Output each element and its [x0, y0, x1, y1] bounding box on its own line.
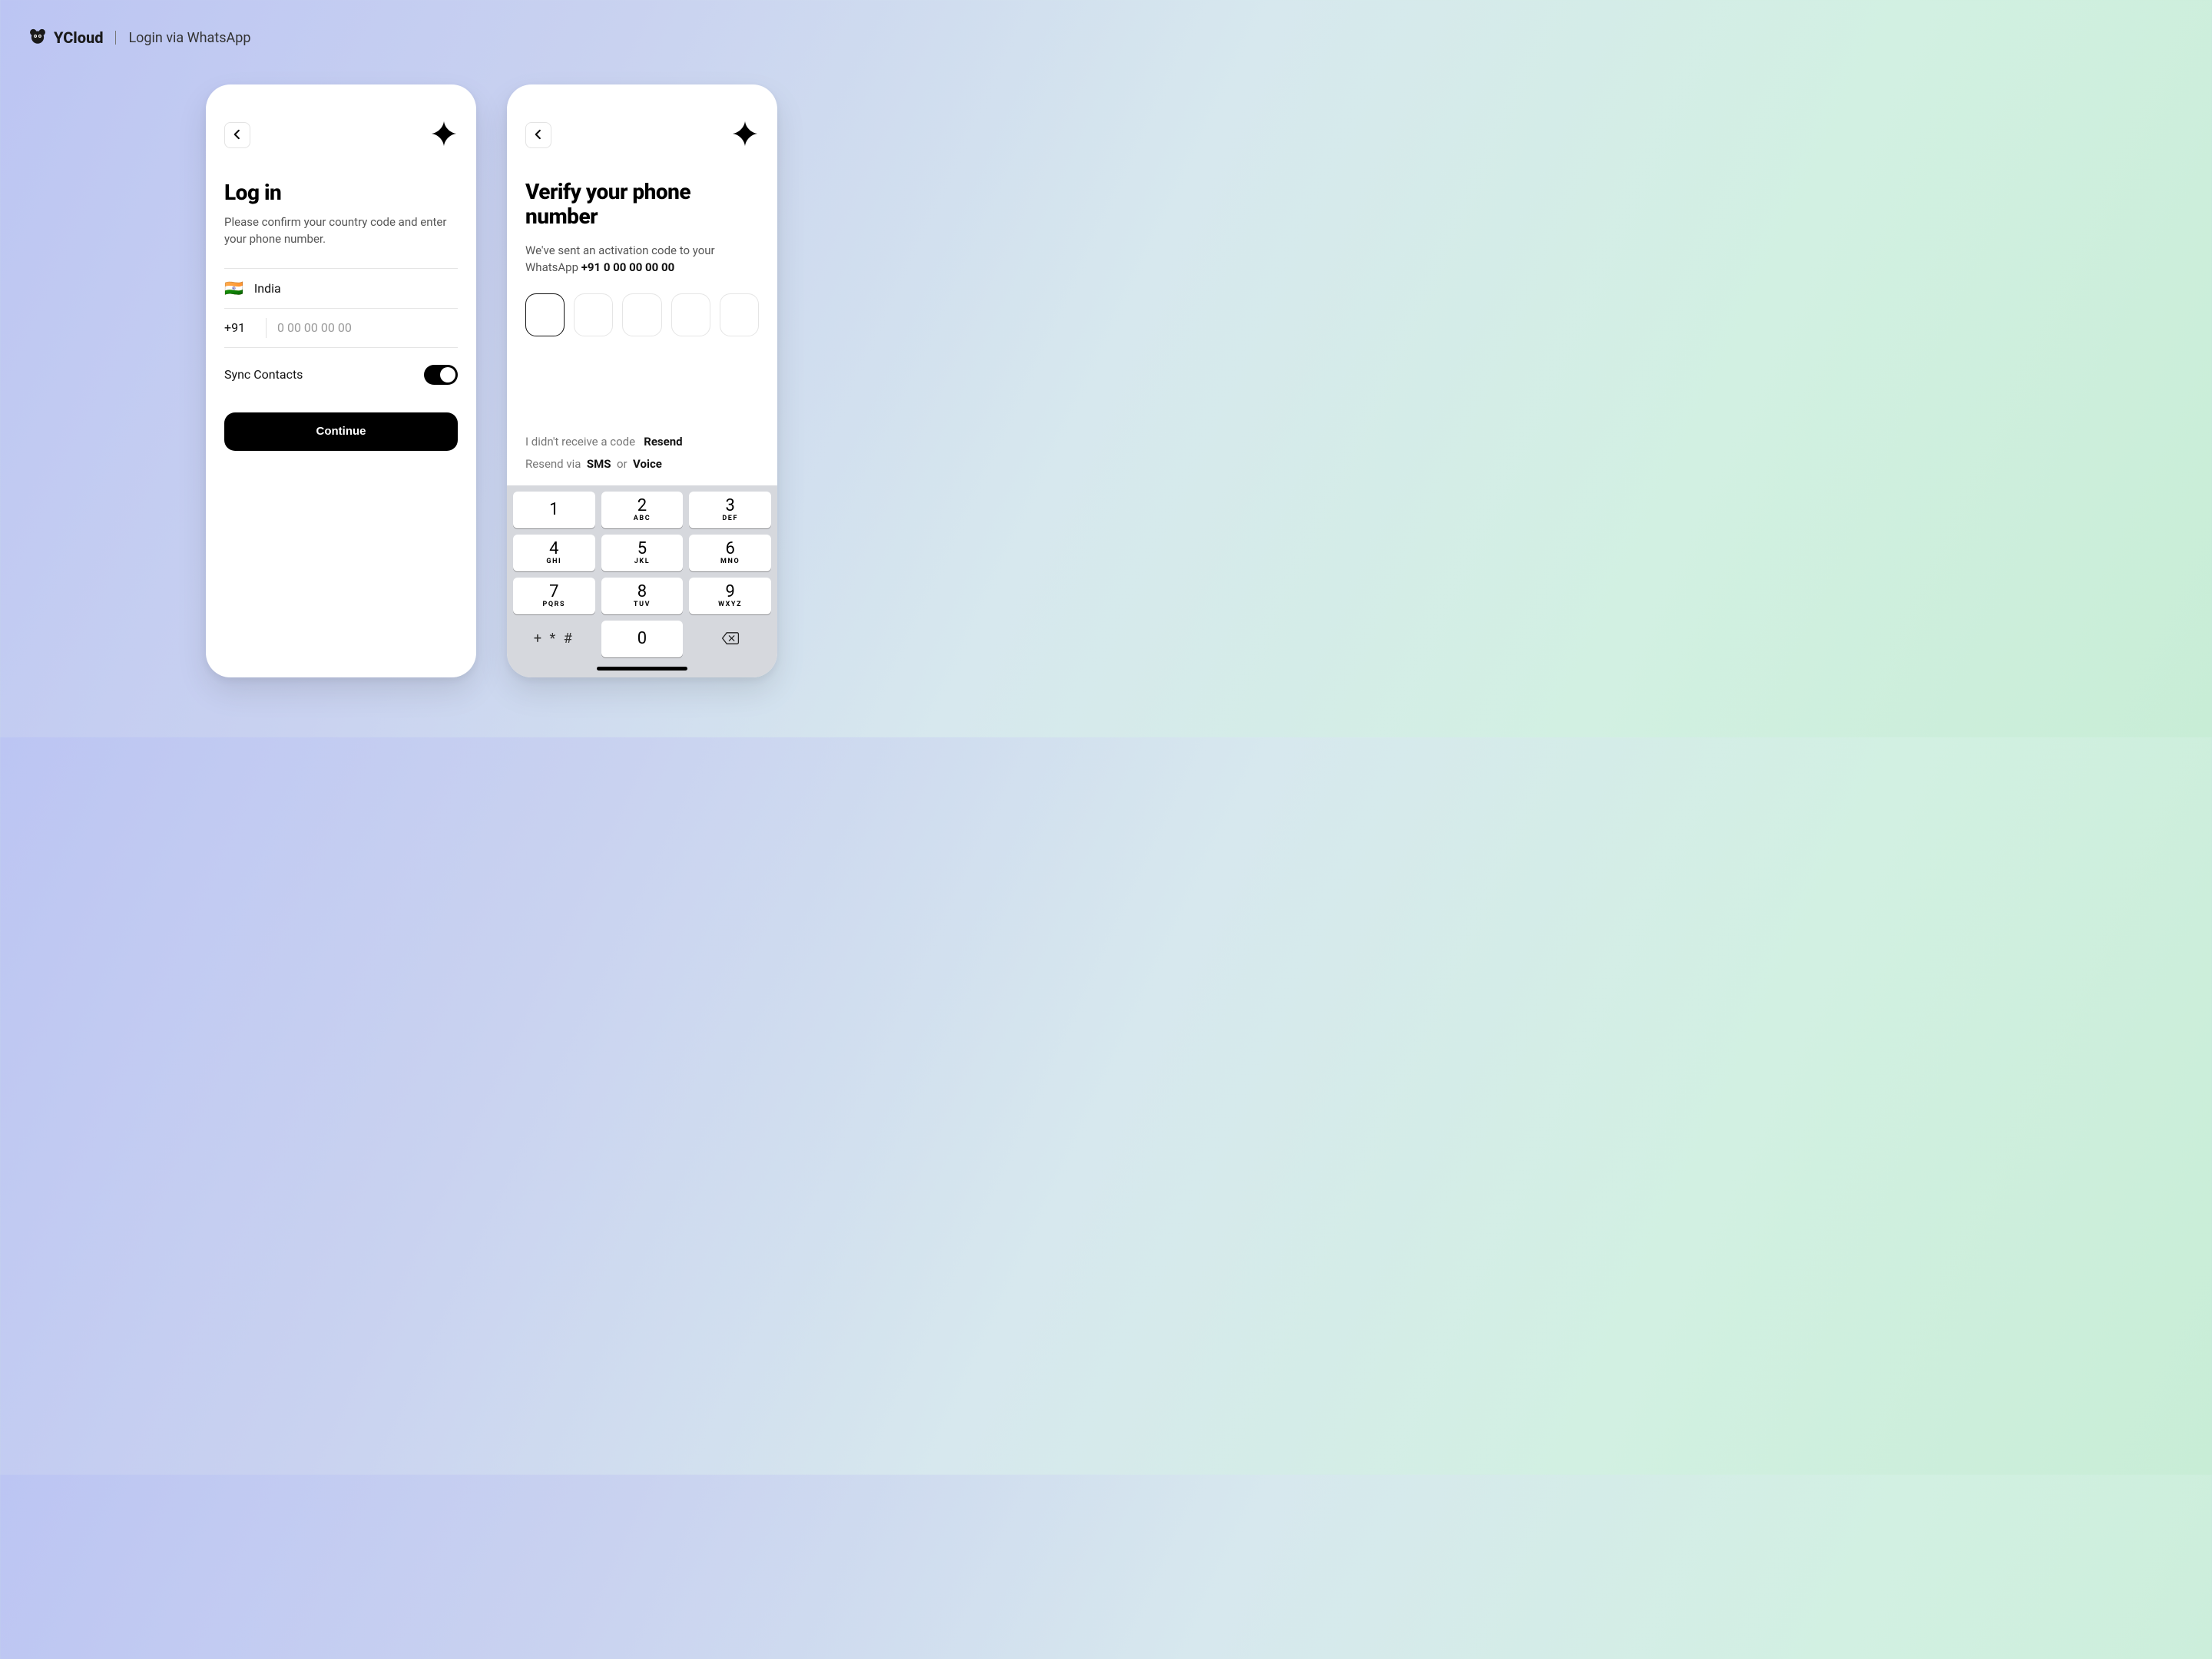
nav-row: [224, 121, 458, 149]
topbar: YCloud Login via WhatsApp: [28, 26, 250, 49]
phone-placeholder: 0 00 00 00 00: [277, 320, 352, 335]
sync-toggle[interactable]: [424, 365, 458, 385]
key-2[interactable]: 2ABC: [601, 492, 684, 528]
resend-voice-link[interactable]: Voice: [633, 457, 662, 471]
login-lead: Please confirm your country code and ent…: [224, 214, 458, 248]
chevron-left-icon: [232, 128, 243, 143]
resend-via-text: Resend via: [525, 457, 581, 471]
flag-icon: 🇮🇳: [224, 279, 243, 297]
page-subtitle: Login via WhatsApp: [128, 30, 250, 46]
numeric-keypad: 1 2ABC 3DEF 4GHI 5JKL 6MNO 7PQRS 8TUV 9W…: [507, 485, 777, 677]
verify-lead: We've sent an activation code to your Wh…: [525, 243, 759, 276]
resend-sms-link[interactable]: SMS: [587, 457, 611, 471]
continue-button[interactable]: Continue: [224, 412, 458, 451]
key-0[interactable]: 0: [601, 621, 684, 657]
sync-label: Sync Contacts: [224, 367, 303, 382]
phone-login: Log in Please confirm your country code …: [206, 84, 476, 677]
otp-cell-1[interactable]: [525, 293, 565, 336]
back-button[interactable]: [224, 122, 250, 148]
key-backspace[interactable]: [689, 621, 771, 657]
dial-code: +91: [224, 320, 255, 335]
nav-row: [525, 121, 759, 149]
resend-link[interactable]: Resend: [644, 435, 682, 449]
sparkle-icon: [430, 120, 458, 151]
verify-title: Verify your phone number: [525, 180, 759, 229]
divider: [266, 318, 267, 338]
key-8[interactable]: 8TUV: [601, 578, 684, 614]
sparkle-icon: [731, 120, 759, 151]
brand-logo: YCloud: [28, 26, 103, 49]
otp-cell-3[interactable]: [622, 293, 661, 336]
verify-lead-number: +91 0 00 00 00 00: [581, 260, 674, 274]
key-4[interactable]: 4GHI: [513, 535, 595, 571]
otp-cell-4[interactable]: [671, 293, 710, 336]
key-symbols[interactable]: + * #: [513, 621, 595, 657]
brand-name: YCloud: [54, 28, 103, 47]
phone-verify: Verify your phone number We've sent an a…: [507, 84, 777, 677]
chevron-left-icon: [533, 128, 544, 143]
or-text: or: [617, 457, 628, 471]
country-selector[interactable]: 🇮🇳 India: [224, 268, 458, 308]
otp-input[interactable]: [525, 293, 759, 336]
key-7[interactable]: 7PQRS: [513, 578, 595, 614]
key-6[interactable]: 6MNO: [689, 535, 771, 571]
separator: [115, 31, 116, 45]
login-title: Log in: [224, 180, 458, 205]
phone-input-row[interactable]: +91 0 00 00 00 00: [224, 308, 458, 348]
key-3[interactable]: 3DEF: [689, 492, 771, 528]
country-name: India: [254, 281, 281, 296]
otp-cell-2[interactable]: [574, 293, 613, 336]
otp-cell-5[interactable]: [720, 293, 759, 336]
key-9[interactable]: 9WXYZ: [689, 578, 771, 614]
home-indicator[interactable]: [597, 667, 687, 671]
phone-stage: Log in Please confirm your country code …: [206, 84, 777, 677]
key-1[interactable]: 1: [513, 492, 595, 528]
backspace-icon: [721, 631, 740, 647]
noreceive-text: I didn't receive a code: [525, 435, 635, 449]
key-5[interactable]: 5JKL: [601, 535, 684, 571]
sync-contacts-row: Sync Contacts: [224, 365, 458, 385]
back-button[interactable]: [525, 122, 551, 148]
monkey-icon: [28, 26, 48, 49]
